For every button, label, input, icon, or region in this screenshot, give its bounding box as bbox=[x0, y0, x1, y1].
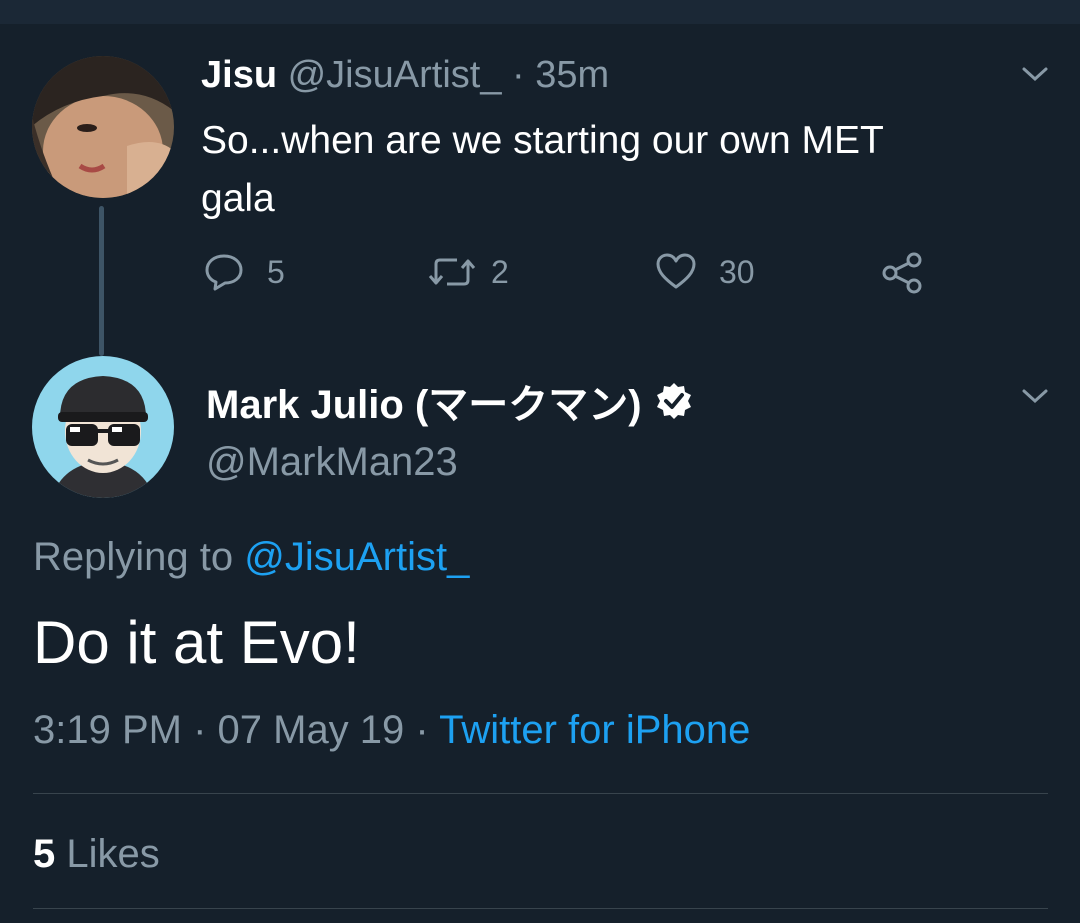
reply-tweet-text: Do it at Evo! bbox=[33, 609, 360, 676]
thread-connector bbox=[99, 206, 104, 356]
reply-author-name[interactable]: Mark Julio (マークマン) bbox=[206, 372, 642, 430]
share-icon[interactable] bbox=[880, 252, 924, 294]
reply-action[interactable]: 5 bbox=[203, 252, 285, 292]
likes-count: 5 bbox=[33, 832, 56, 876]
parent-author-name[interactable]: Jisu bbox=[201, 54, 277, 96]
replying-to-handle[interactable]: @JisuArtist_ bbox=[244, 535, 469, 579]
like-action[interactable]: 30 bbox=[655, 252, 755, 292]
verified-badge-icon bbox=[656, 383, 691, 419]
tweet-meta-line: 3:19 PM · 07 May 19 · Twitter for iPhone bbox=[33, 708, 750, 753]
parent-tweet-text-line2: gala bbox=[201, 177, 275, 220]
tweet-timestamp: 3:19 PM · 07 May 19 · bbox=[33, 708, 429, 752]
parent-tweet-header: Jisu @JisuArtist_ · 35m bbox=[201, 54, 609, 97]
parent-tweet-text-line1: So...when are we starting our own MET bbox=[201, 119, 884, 162]
retweet-icon bbox=[428, 258, 476, 286]
divider bbox=[33, 908, 1048, 909]
parent-author-handle[interactable]: @JisuArtist_ bbox=[288, 54, 502, 96]
like-count: 30 bbox=[719, 253, 755, 290]
replying-to-line: Replying to @JisuArtist_ bbox=[33, 535, 469, 580]
divider bbox=[33, 793, 1048, 794]
markjulio-avatar[interactable] bbox=[32, 356, 174, 498]
like-icon bbox=[656, 253, 696, 289]
retweet-action[interactable]: 2 bbox=[427, 252, 509, 292]
likes-label: Likes bbox=[66, 832, 160, 876]
retweet-count: 2 bbox=[491, 253, 509, 290]
jisu-avatar[interactable] bbox=[32, 56, 174, 198]
reply-count: 5 bbox=[267, 253, 285, 290]
parent-tweet-text: So...when are we starting our own MET ga… bbox=[201, 112, 884, 228]
reply-icon bbox=[205, 254, 243, 291]
chevron-down-icon[interactable] bbox=[1020, 386, 1050, 406]
tweet-source-link[interactable]: Twitter for iPhone bbox=[439, 708, 750, 752]
reply-author-handle[interactable]: @MarkMan23 bbox=[206, 440, 458, 485]
parent-tweet-time: · 35m bbox=[512, 54, 610, 96]
reply-author-row: Mark Julio (マークマン) bbox=[206, 372, 694, 430]
replying-to-label: Replying to bbox=[33, 535, 234, 579]
top-bar bbox=[0, 0, 1080, 24]
likes-summary[interactable]: 5 Likes bbox=[33, 832, 160, 877]
chevron-down-icon[interactable] bbox=[1020, 64, 1050, 84]
